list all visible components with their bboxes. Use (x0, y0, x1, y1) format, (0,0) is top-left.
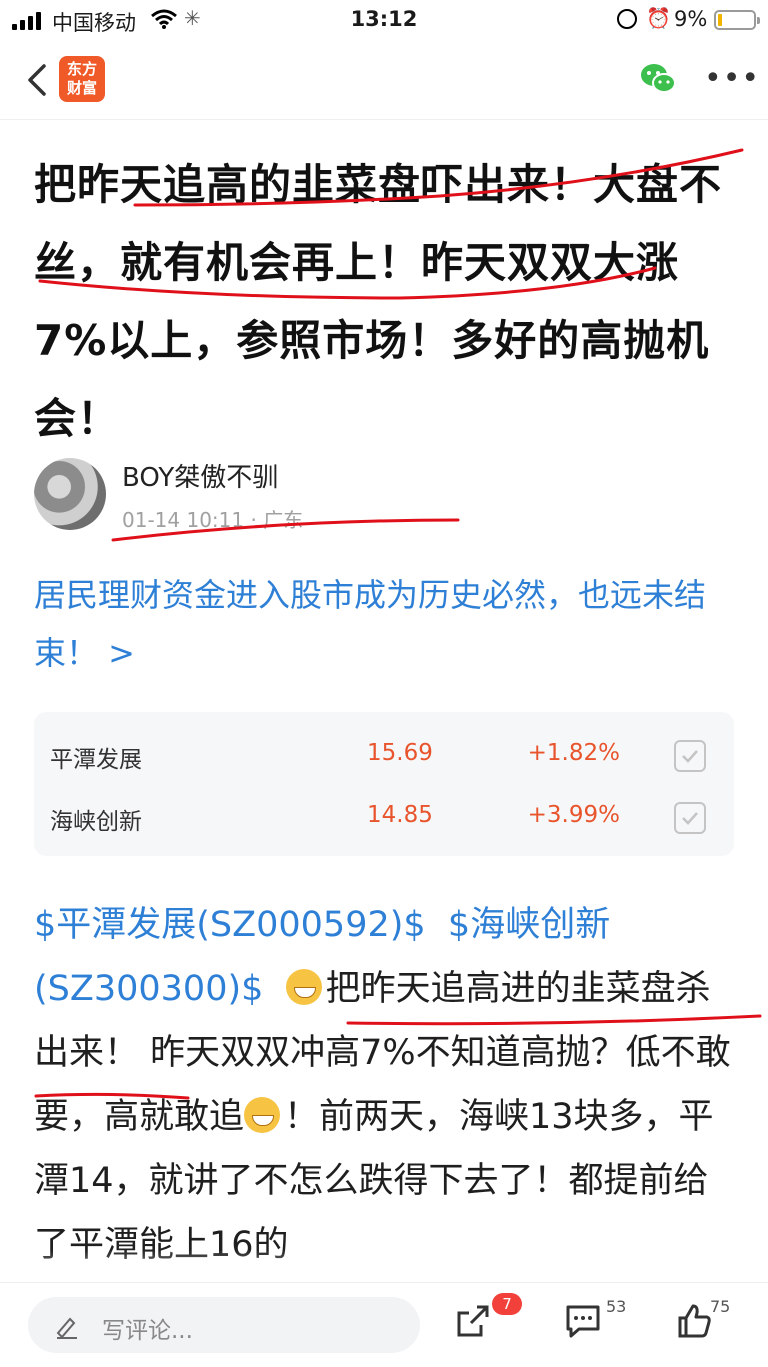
post-region: 广东 (263, 508, 304, 532)
wechat-share-icon[interactable] (639, 62, 677, 96)
topic-link[interactable]: 居民理财资金进入股市成为历史必然，也远未结束！ > (34, 566, 734, 682)
more-options-icon[interactable]: ••• (704, 64, 760, 94)
pen-icon (56, 1317, 77, 1339)
stock-row[interactable]: 平潭发展 15.69 +1.82% (34, 720, 734, 780)
status-bar: 中国移动 ✳ 13:12 ⏰ 9% (0, 0, 768, 40)
stock-name: 平潭发展 (50, 747, 142, 773)
grin-emoji-icon (285, 969, 322, 1005)
article-body: $平潭发展(SZ000592)$ $海峡创新(SZ300300)$ 把昨天追高进… (34, 893, 738, 1277)
rotation-lock-icon (617, 9, 637, 29)
stock-name: 海峡创新 (50, 809, 142, 835)
share-badge: 7 (492, 1293, 522, 1315)
comment-input[interactable]: 写评论... (28, 1297, 420, 1353)
battery-percent: 9% (674, 7, 708, 31)
top-nav-bar: 东方 财富 ••• (0, 40, 768, 120)
comment-count: 53 (606, 1297, 627, 1316)
smirk-emoji-icon (244, 1097, 281, 1133)
article-title: 把昨天追高的韭菜盘吓出来！大盘不丝，就有机会再上！昨天双双大涨7%以上，参照市场… (34, 160, 723, 443)
stock-row[interactable]: 海峡创新 14.85 +3.99% (34, 782, 734, 842)
stock-price: 15.69 (367, 740, 433, 766)
logo-line2: 财富 (66, 79, 97, 97)
comment-placeholder: 写评论... (102, 1318, 193, 1344)
bottom-action-bar: 写评论... 7 53 75 (0, 1282, 768, 1367)
like-icon[interactable] (674, 1301, 714, 1341)
stock-change: +3.99% (527, 802, 620, 828)
post-meta: 01-14 10:11 · 广东 (122, 504, 303, 533)
alarm-icon: ⏰ (646, 6, 671, 30)
post-time: 01-14 10:11 (122, 508, 245, 532)
battery-icon (714, 10, 760, 30)
comment-icon[interactable] (563, 1301, 603, 1341)
share-icon[interactable] (453, 1301, 493, 1341)
watchlist-checkbox[interactable] (674, 740, 706, 772)
meta-separator: · (250, 508, 264, 532)
stock-link[interactable]: $平潭发展(SZ000592)$ (34, 905, 426, 945)
logo-line1: 东方 (66, 60, 97, 78)
author-avatar[interactable] (34, 458, 106, 530)
stock-card: 平潭发展 15.69 +1.82% 海峡创新 14.85 +3.99% (34, 712, 734, 856)
stock-price: 14.85 (367, 802, 433, 828)
stock-change: +1.82% (527, 740, 620, 766)
app-logo[interactable]: 东方 财富 (59, 56, 105, 102)
back-arrow-icon[interactable] (22, 60, 52, 100)
watchlist-checkbox[interactable] (674, 802, 706, 834)
author-name[interactable]: BOY桀傲不驯 (122, 457, 278, 494)
like-count: 75 (710, 1297, 731, 1316)
